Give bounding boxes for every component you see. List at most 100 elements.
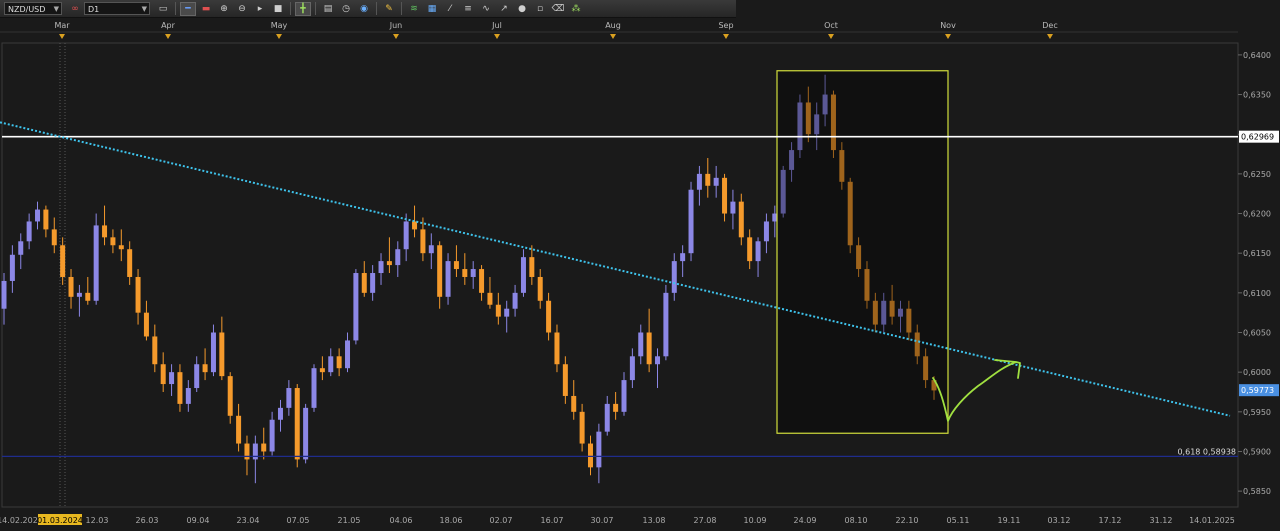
candle-body bbox=[152, 336, 158, 365]
y-tick-label: 0,6200 bbox=[1243, 210, 1271, 219]
month-label: Jun bbox=[389, 21, 403, 30]
chevron-down-icon: ▼ bbox=[141, 5, 147, 13]
pencil-icon[interactable]: ✎ bbox=[381, 2, 397, 16]
date-label: 04.06 bbox=[390, 516, 413, 525]
candle-body bbox=[713, 177, 719, 186]
candle-body bbox=[722, 177, 728, 214]
candle-body bbox=[629, 356, 635, 381]
date-label: 08.10 bbox=[845, 516, 868, 525]
candle-body bbox=[236, 415, 242, 444]
candle-body bbox=[504, 308, 510, 317]
text-tool-icon[interactable]: ▫ bbox=[532, 2, 548, 16]
candle-body bbox=[60, 245, 66, 277]
candle-body bbox=[529, 257, 535, 277]
date-label: 02.07 bbox=[490, 516, 513, 525]
wave-icon[interactable]: ∿ bbox=[478, 2, 494, 16]
candle-body bbox=[202, 364, 208, 373]
toolbar-divider bbox=[315, 2, 316, 15]
highlight-rectangle[interactable] bbox=[776, 70, 949, 434]
date-label: 13.08 bbox=[643, 516, 666, 525]
date-label: 17.12 bbox=[1099, 516, 1122, 525]
main-toolbar: NZD/USD ▼ ∞ D1 ▼ ▭ ━ ▬ ⊕ ⊖ ▸ ■ ╋ ▤ ◷ ◉ ✎ ≋… bbox=[0, 0, 736, 18]
date-label: 26.03 bbox=[136, 516, 159, 525]
candle-body bbox=[546, 300, 552, 333]
candle-body bbox=[621, 380, 627, 412]
date-label: 16.07 bbox=[541, 516, 564, 525]
candle-body bbox=[76, 292, 82, 297]
candle-body bbox=[579, 411, 585, 444]
candle-body bbox=[705, 173, 711, 186]
eraser-icon[interactable]: ⌫ bbox=[550, 2, 566, 16]
candle-body bbox=[696, 173, 702, 190]
candle-body bbox=[755, 241, 761, 262]
candle-body bbox=[353, 273, 359, 341]
candle-body bbox=[43, 209, 49, 230]
timeframe-select[interactable]: D1 ▼ bbox=[84, 2, 150, 15]
y-tick-label: 0,5850 bbox=[1243, 487, 1271, 496]
objects-icon[interactable]: ■ bbox=[270, 2, 286, 16]
candle-style-icon[interactable]: ▬ bbox=[198, 2, 214, 16]
candle-body bbox=[386, 261, 392, 266]
candle-body bbox=[680, 253, 686, 262]
candle-body bbox=[420, 229, 426, 254]
y-tick-label: 0,6100 bbox=[1243, 289, 1271, 298]
candle-body bbox=[688, 189, 694, 254]
date-label: 14.01.2025 bbox=[1189, 516, 1235, 525]
clock-icon[interactable]: ◷ bbox=[338, 2, 354, 16]
toolbar-divider bbox=[290, 2, 291, 15]
month-label: Nov bbox=[940, 21, 956, 30]
date-label: 22.10 bbox=[896, 516, 919, 525]
symbol-value: NZD/USD bbox=[8, 5, 46, 14]
price-chart[interactable]: Mar Apr May Jun Jul Aug Sep Oct Nov Dec 0,6400 0,6… bbox=[0, 18, 1280, 527]
candle-body bbox=[495, 304, 501, 317]
candle-body bbox=[286, 388, 292, 408]
channel-icon[interactable]: ≡ bbox=[460, 2, 476, 16]
candle-body bbox=[487, 292, 493, 305]
trend-tool-icon[interactable]: ≋ bbox=[406, 2, 422, 16]
y-tick-label: 0,6050 bbox=[1243, 329, 1271, 338]
candle-body bbox=[110, 237, 116, 246]
chart-type-icon[interactable]: ▭ bbox=[155, 2, 171, 16]
arrow-icon[interactable]: ↗ bbox=[496, 2, 512, 16]
shape-icon[interactable]: ● bbox=[514, 2, 530, 16]
candle-body bbox=[210, 332, 216, 373]
month-label: May bbox=[271, 21, 288, 30]
candle-body bbox=[93, 225, 99, 301]
template-icon[interactable]: ▤ bbox=[320, 2, 336, 16]
date-label: 09.04 bbox=[187, 516, 210, 525]
candle-body bbox=[655, 356, 661, 365]
candle-body bbox=[613, 403, 619, 412]
indicators-icon[interactable]: ⁂ bbox=[568, 2, 584, 16]
candle-body bbox=[219, 332, 225, 377]
chart-background bbox=[0, 18, 1280, 527]
candle-body bbox=[51, 229, 57, 246]
zoom-in-icon[interactable]: ⊕ bbox=[216, 2, 232, 16]
month-label: Jul bbox=[491, 21, 502, 30]
candle-body bbox=[345, 340, 351, 369]
candle-body bbox=[747, 237, 753, 262]
candle-body bbox=[311, 368, 317, 408]
bar-style-icon[interactable]: ━ bbox=[180, 1, 196, 16]
chart-canvas[interactable]: Mar Apr May Jun Jul Aug Sep Oct Nov Dec 0,6400 0,6… bbox=[0, 18, 1280, 527]
date-label: 30.07 bbox=[591, 516, 614, 525]
zoom-out-icon[interactable]: ⊖ bbox=[234, 2, 250, 16]
autoscroll-icon[interactable]: ▸ bbox=[252, 2, 268, 16]
candle-body bbox=[554, 332, 560, 365]
globe-icon[interactable]: ◉ bbox=[356, 2, 372, 16]
fib-icon[interactable]: ⁄ bbox=[442, 2, 458, 16]
candle-body bbox=[118, 245, 124, 250]
candle-body bbox=[252, 443, 258, 460]
crosshair-icon[interactable]: ╋ bbox=[295, 1, 311, 16]
candle-body bbox=[453, 261, 459, 270]
candle-body bbox=[520, 257, 526, 293]
candle-body bbox=[763, 221, 769, 242]
candle-body bbox=[269, 419, 275, 452]
symbol-select[interactable]: NZD/USD ▼ bbox=[4, 2, 62, 15]
link-icon[interactable]: ∞ bbox=[67, 2, 83, 16]
candle-body bbox=[730, 201, 736, 214]
candle-body bbox=[68, 276, 74, 297]
candle-body bbox=[395, 249, 401, 266]
toolbar-divider bbox=[401, 2, 402, 15]
candle-body bbox=[512, 292, 518, 309]
grid-icon[interactable]: ▦ bbox=[424, 2, 440, 16]
